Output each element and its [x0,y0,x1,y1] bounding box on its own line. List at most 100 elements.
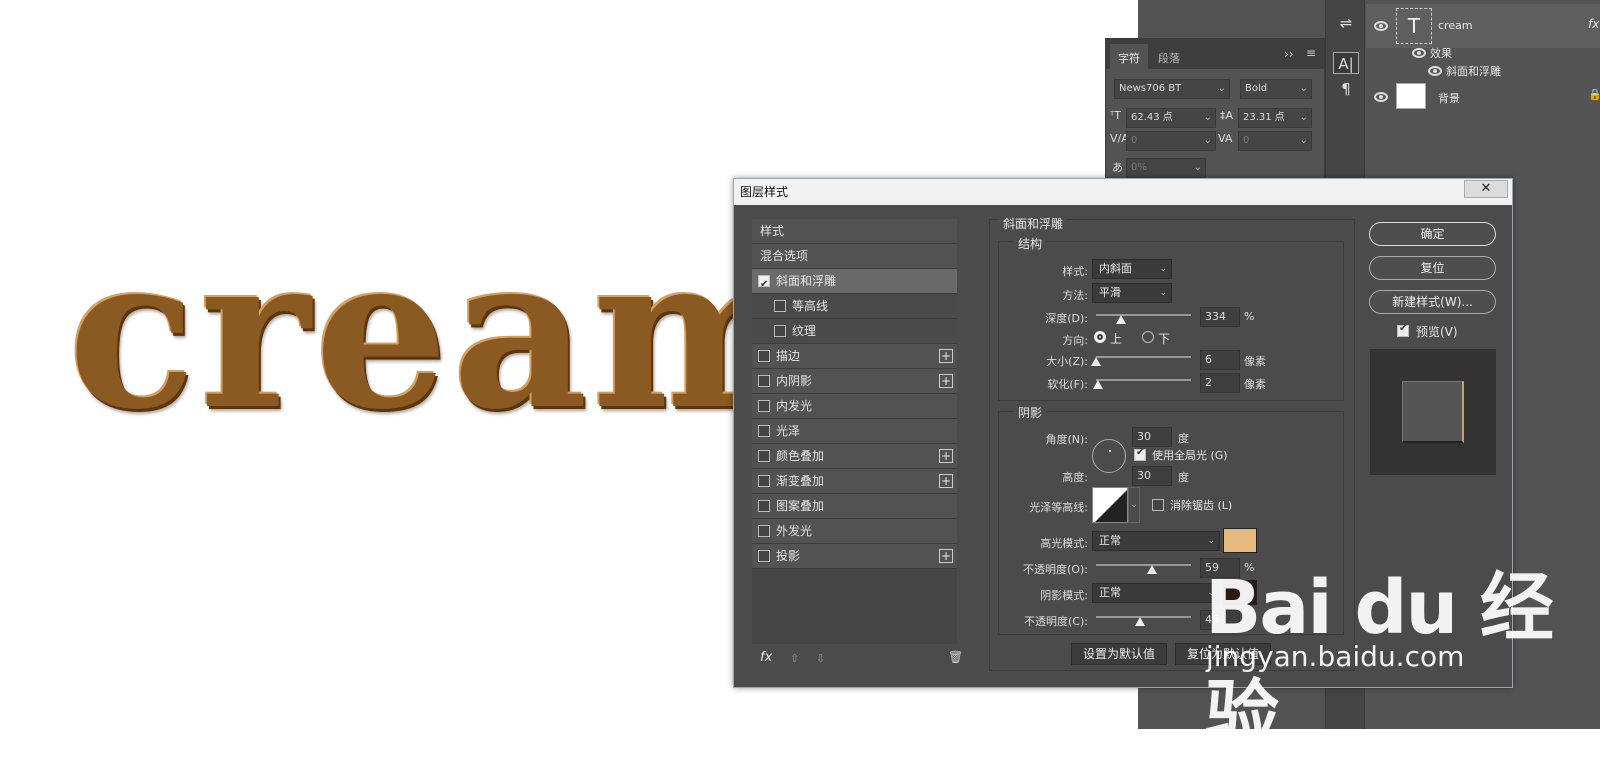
add-effect-icon[interactable]: + [939,549,953,563]
style-list-item[interactable]: 投影 + [752,544,957,569]
style-list-item[interactable]: 图案叠加 [752,494,957,519]
chevron-down-icon: ⌄ [1217,83,1226,94]
anti-alias-checkbox[interactable] [1152,499,1164,511]
size-field[interactable]: 6 [1200,350,1240,370]
depth-slider-track[interactable] [1096,314,1191,316]
style-list-label: 外发光 [776,524,813,538]
style-list-item[interactable]: 内阴影 + [752,369,957,394]
style-checkbox[interactable] [758,525,770,537]
scale-field[interactable]: 0% ⌄ [1126,158,1206,178]
kerning-field[interactable]: 0 ⌄ [1126,131,1216,151]
style-checkbox[interactable] [758,475,770,487]
radio-down[interactable] [1142,331,1154,343]
style-checkbox[interactable] [758,350,770,362]
character-icon[interactable]: A| [1333,52,1359,74]
style-list-footer: fx ⇧ ⇩ 🗑 [752,646,972,674]
paragraph-icon[interactable]: ¶ [1333,78,1359,100]
size-slider-track[interactable] [1096,356,1191,358]
adjust-icon[interactable]: ⇌ [1333,12,1359,34]
font-size-field[interactable]: 62.43 点 ⌄ [1126,108,1216,128]
style-list-item[interactable]: 等高线 [752,294,957,319]
style-list-item[interactable]: 斜面和浮雕 [752,269,957,297]
style-list-label: 混合选项 [760,249,809,263]
technique-select[interactable]: 平滑 ⌄ [1092,283,1172,303]
style-list-item[interactable]: 光泽 [752,419,957,444]
contour-dropdown[interactable]: ⌄ [1128,487,1140,523]
structure-title: 结构 [1014,235,1047,252]
tab-paragraph[interactable]: 段落 [1150,44,1188,69]
gloss-contour-preview[interactable] [1092,487,1128,523]
fx-menu-icon[interactable]: fx [760,650,772,665]
style-checkbox[interactable] [758,500,770,512]
layer-row-cream[interactable]: T cream fx [1366,4,1600,48]
global-light-checkbox[interactable] [1134,447,1146,461]
add-effect-icon[interactable]: + [939,374,953,388]
soften-slider-track[interactable] [1096,379,1191,381]
angle-label: 角度(N): [1045,433,1088,446]
angle-field[interactable]: 30 [1132,427,1172,447]
set-default-button[interactable]: 设置为默认值 [1071,643,1167,665]
eye-icon[interactable] [1428,66,1442,76]
expand-icon[interactable]: ›› [1284,47,1294,61]
style-list-item[interactable]: 样式 [752,219,957,244]
altitude-field[interactable]: 30 [1132,466,1172,486]
tracking-field[interactable]: 0 ⌄ [1238,131,1312,151]
chevron-down-icon: ⌄ [1203,112,1212,123]
style-list-item[interactable]: 纹理 [752,319,957,344]
style-checkbox[interactable] [758,400,770,412]
style-checkbox[interactable] [758,450,770,462]
depth-unit: % [1244,310,1255,323]
new-style-button[interactable]: 新建样式(W)... [1369,290,1496,314]
add-effect-icon[interactable]: + [939,449,953,463]
style-list-item[interactable]: 描边 + [752,344,957,369]
move-up-icon[interactable]: ⇧ [790,652,799,665]
eye-icon[interactable] [1374,21,1388,31]
bevel-style-select[interactable]: 内斜面 ⌄ [1092,259,1172,279]
angle-dial[interactable] [1092,439,1126,473]
eye-icon[interactable] [1412,48,1426,58]
size-slider-thumb[interactable] [1091,357,1101,366]
style-checkbox[interactable] [758,375,770,387]
style-list-label: 斜面和浮雕 [776,274,837,288]
style-checkbox[interactable] [774,325,786,337]
highlight-opacity-thumb[interactable] [1147,565,1158,574]
radio-up[interactable] [1094,331,1106,343]
leading-field[interactable]: 23.31 点 ⌄ [1238,108,1312,128]
style-list-item[interactable]: 外发光 [752,519,957,544]
move-down-icon[interactable]: ⇩ [816,652,825,665]
highlight-opacity-track[interactable] [1096,564,1191,566]
ok-button[interactable]: 确定 [1369,222,1496,246]
depth-slider-thumb[interactable] [1115,315,1126,324]
style-checkbox[interactable] [758,550,770,562]
style-list-item[interactable]: 内发光 [752,394,957,419]
depth-field[interactable]: 334 [1200,307,1240,327]
soften-slider-thumb[interactable] [1092,380,1103,389]
tab-character[interactable]: 字符 [1110,44,1148,69]
preview-checkbox[interactable] [1397,323,1409,337]
reset-button[interactable]: 复位 [1369,256,1496,280]
style-list-item[interactable]: 颜色叠加 + [752,444,957,469]
fx-icon[interactable]: fx [1588,17,1599,31]
style-list-label: 颜色叠加 [776,449,825,463]
eye-icon[interactable] [1374,92,1388,102]
close-button[interactable]: ✕ [1464,180,1508,198]
add-effect-icon[interactable]: + [939,474,953,488]
character-panel-tabs: 字符 段落 ›› ≡ [1106,39,1324,69]
trash-icon[interactable]: 🗑 [948,650,963,664]
highlight-mode-select[interactable]: 正常 ⌄ [1092,531,1220,551]
shadow-opacity-thumb[interactable] [1134,617,1145,626]
style-list-item[interactable]: 混合选项 [752,244,957,269]
font-family-select[interactable]: News706 BT ⌄ [1114,79,1230,99]
soften-field[interactable]: 2 [1200,373,1240,393]
shadow-mode-select[interactable]: 正常 ⌄ [1092,583,1220,603]
panel-menu-icon[interactable]: ≡ [1306,46,1316,60]
style-checkbox[interactable] [774,300,786,312]
style-checkbox[interactable] [758,425,770,437]
layer-row-background[interactable]: 背景 🔒 [1366,80,1600,114]
style-list-label: 内发光 [776,399,813,413]
angle-dial-center [1109,450,1111,452]
add-effect-icon[interactable]: + [939,349,953,363]
font-style-select[interactable]: Bold ⌄ [1240,79,1312,99]
style-checkbox[interactable] [758,273,770,297]
style-list-item[interactable]: 渐变叠加 + [752,469,957,494]
